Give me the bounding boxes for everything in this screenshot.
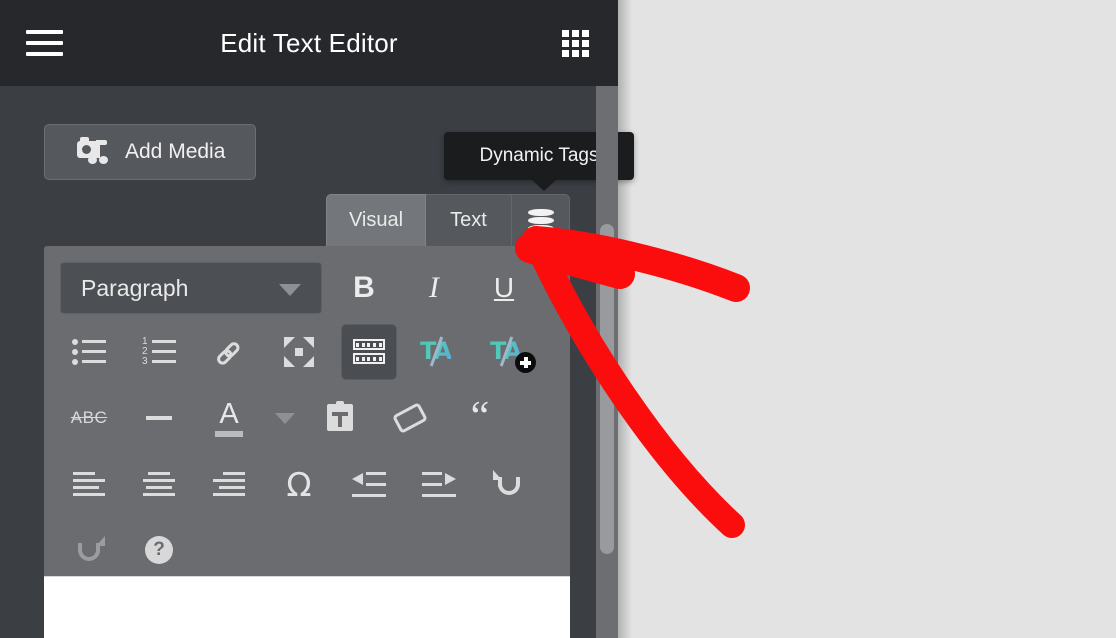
clipboard-text-icon [327,401,353,431]
media-camera-music-icon [77,137,111,167]
text-color-button[interactable]: A [203,392,255,444]
indent-button[interactable] [413,458,465,510]
screenshot-stage: Edit Text Editor Add Media Dynamic Tags [0,0,1116,638]
strikethrough-button[interactable]: ABC [63,392,115,444]
keyboard-icon [353,339,385,365]
omega-icon: Ω [286,465,311,504]
fullscreen-expand-icon [284,337,314,367]
text-color-dropdown-button[interactable] [259,392,311,444]
align-right-button[interactable] [203,458,255,510]
bold-icon: B [353,271,375,305]
underline-button[interactable]: U [478,262,530,314]
tab-text-label: Text [450,209,487,232]
horizontal-rule-button[interactable] [133,392,185,444]
ta-monogram-icon: TA [420,338,458,366]
eraser-icon [392,402,428,434]
add-media-button[interactable]: Add Media [44,124,256,180]
strikethrough-icon: ABC [71,408,107,428]
page-preview-canvas[interactable] [618,0,1116,638]
paste-as-text-button[interactable] [314,390,366,442]
add-media-label: Add Media [125,140,225,164]
link-chain-icon [209,332,249,372]
tinymce-editor: Paragraph B I U [44,246,570,638]
blockquote-button[interactable]: “ [454,392,506,444]
toolbar-row-1: Paragraph B I U [44,246,570,312]
panel-header: Edit Text Editor [0,0,618,86]
table-button[interactable]: TA [413,326,465,378]
chevron-down-icon [279,284,301,296]
table-add-button[interactable]: TA [483,326,535,378]
tab-text[interactable]: Text [426,194,512,246]
help-question-icon: ? [145,536,173,564]
grid-apps-icon[interactable] [562,30,592,56]
indent-icon [422,471,456,497]
text-color-icon: A [212,401,246,435]
toolbar-row-4: Ω [44,444,570,510]
format-select[interactable]: Paragraph [60,262,322,314]
align-center-icon [143,471,175,497]
tab-visual-label: Visual [349,209,403,232]
outdent-icon [352,471,386,497]
keyboard-shortcuts-button[interactable]: ? [133,524,185,576]
align-right-icon [213,471,245,497]
insert-link-button[interactable] [203,326,255,378]
plus-badge-icon [515,352,536,373]
toolbar-row-3: ABC A [44,378,570,444]
fullscreen-button[interactable] [273,326,325,378]
toolbar-toggle-button[interactable] [341,324,397,380]
undo-button[interactable] [483,458,535,510]
chevron-down-icon [275,413,295,424]
database-stack-icon [528,209,554,233]
italic-button[interactable]: I [408,262,460,314]
tooltip-text: Dynamic Tags [480,145,599,167]
format-select-value: Paragraph [61,275,188,302]
blockquote-icon: “ [471,405,490,430]
italic-icon: I [429,271,439,305]
editor-tab-row: Visual Text [326,194,570,246]
panel-scrollbar-thumb[interactable] [600,224,614,554]
underline-icon: U [494,272,514,304]
special-character-button[interactable]: Ω [273,458,325,510]
bulleted-list-button[interactable] [63,326,115,378]
align-left-icon [73,471,105,497]
clear-formatting-button[interactable] [384,392,436,444]
bulleted-list-icon [72,339,106,365]
tab-dynamic-tags[interactable] [512,194,570,246]
undo-icon [493,470,525,498]
redo-icon [73,536,105,564]
align-center-button[interactable] [133,458,185,510]
toolbar-row-5: ? [44,510,570,576]
editor-content-area[interactable] [44,576,570,638]
page-title: Edit Text Editor [0,0,618,86]
toolbar-row-2: 1 2 3 [44,312,570,378]
numbered-list-icon: 1 2 3 [142,339,176,365]
tab-visual[interactable]: Visual [326,194,426,246]
horizontal-rule-icon [146,416,172,420]
outdent-button[interactable] [343,458,395,510]
ta-monogram-plus-icon: TA [490,338,528,366]
redo-button[interactable] [63,524,115,576]
elementor-editor-panel: Edit Text Editor Add Media Dynamic Tags [0,0,618,638]
bold-button[interactable]: B [338,262,390,314]
numbered-list-button[interactable]: 1 2 3 [133,326,185,378]
align-left-button[interactable] [63,458,115,510]
